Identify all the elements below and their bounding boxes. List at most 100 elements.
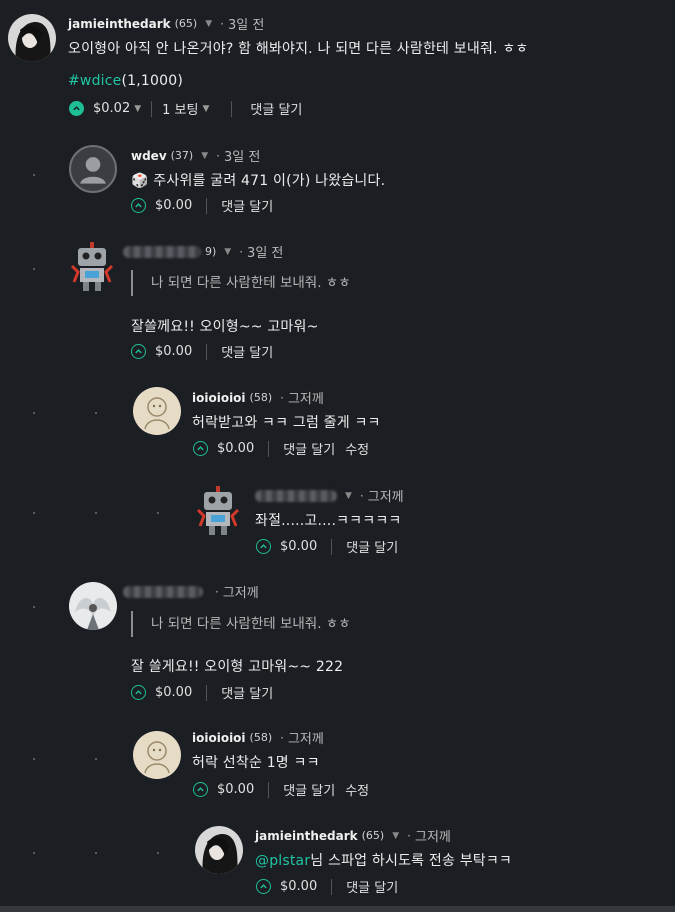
timestamp[interactable]: 그저께 bbox=[288, 388, 324, 407]
payout-value[interactable]: $0.00 bbox=[217, 441, 254, 456]
author-name[interactable]: jamieinthedark bbox=[255, 829, 358, 843]
reply-button[interactable]: 댓글 달기 bbox=[346, 877, 398, 896]
comment-actions: $0.00 댓글 달기 수정 bbox=[193, 439, 369, 458]
payout-value[interactable]: $0.00 bbox=[155, 198, 192, 213]
comment-actions: $0.00 댓글 달기 bbox=[256, 877, 398, 896]
vote-count[interactable]: 1 보팅 bbox=[162, 99, 198, 118]
payout-value[interactable]: $0.00 bbox=[155, 344, 192, 359]
reply-button[interactable]: 댓글 달기 bbox=[283, 439, 335, 458]
edit-button[interactable]: 수정 bbox=[345, 439, 369, 458]
reply-button[interactable]: 댓글 달기 bbox=[250, 99, 302, 118]
avatar[interactable] bbox=[69, 145, 117, 193]
thread-marker bbox=[95, 852, 97, 854]
robot-avatar-icon[interactable] bbox=[70, 242, 114, 292]
reply-button[interactable]: 댓글 달기 bbox=[221, 683, 273, 702]
thread-marker bbox=[95, 412, 97, 414]
upvote-chevron-icon[interactable] bbox=[193, 441, 208, 456]
caret-down-icon[interactable]: ▼ bbox=[202, 104, 209, 114]
horizontal-scrollbar[interactable] bbox=[0, 906, 675, 912]
comment-body: 허락 선착순 1명 ㅋㅋ bbox=[192, 755, 320, 771]
comment-body-line: @plstar님 스파업 하시도록 전송 부탁ㅋㅋ bbox=[255, 850, 512, 870]
payout-value[interactable]: $0.00 bbox=[217, 782, 254, 797]
payout-value[interactable]: $0.02 bbox=[93, 101, 130, 116]
reply-button[interactable]: 댓글 달기 bbox=[283, 780, 335, 799]
upvote-chevron-icon[interactable] bbox=[193, 782, 208, 797]
comment-body: 잘 쓸게요!! 오이형 고마워~~ 222 bbox=[131, 659, 344, 675]
separator-dot: · bbox=[220, 16, 224, 31]
upvote-chevron-icon[interactable] bbox=[131, 344, 146, 359]
payout-value[interactable]: $0.00 bbox=[155, 685, 192, 700]
thread-marker bbox=[33, 512, 35, 514]
thread-marker bbox=[95, 758, 97, 760]
separator-dot: · bbox=[215, 584, 219, 599]
separator-dot: · bbox=[359, 488, 364, 503]
blurred-author-name[interactable] bbox=[255, 489, 337, 502]
timestamp[interactable]: 3일 전 bbox=[247, 242, 283, 261]
reply-button[interactable]: 댓글 달기 bbox=[346, 537, 398, 556]
avatar[interactable] bbox=[133, 387, 181, 435]
quoted-text: 나 되면 다른 사람한테 보내줘. ㅎㅎ bbox=[131, 611, 351, 637]
comment-actions: $0.00 댓글 달기 bbox=[131, 196, 273, 215]
avatar[interactable] bbox=[195, 826, 243, 874]
timestamp[interactable]: 그저께 bbox=[368, 486, 404, 505]
comment-body: 허락받고와 ㅋㅋ 그럼 줄게 ㅋㅋ bbox=[192, 415, 381, 431]
divider bbox=[206, 684, 208, 701]
robot-avatar-icon[interactable] bbox=[196, 486, 240, 536]
author-name[interactable]: wdev bbox=[131, 149, 167, 163]
divider bbox=[268, 440, 270, 457]
comment-body: 🎲 주사위를 굴려 471 이(가) 나왔습니다. bbox=[131, 173, 386, 189]
reply-button[interactable]: 댓글 달기 bbox=[221, 196, 273, 215]
divider bbox=[331, 878, 333, 895]
timestamp[interactable]: 그저께 bbox=[415, 826, 451, 845]
separator-dot: · bbox=[280, 390, 284, 405]
comment-actions: $0.02 ▼ 1 보팅 ▼ 댓글 달기 bbox=[69, 99, 302, 118]
upvote-chevron-icon[interactable] bbox=[131, 198, 146, 213]
caret-down-icon[interactable]: ▼ bbox=[224, 247, 231, 257]
thread-marker bbox=[95, 512, 97, 514]
thread-marker bbox=[33, 412, 35, 414]
tag-args: (1,1000) bbox=[121, 73, 183, 89]
divider bbox=[206, 197, 208, 214]
timestamp[interactable]: 그저께 bbox=[288, 728, 324, 747]
thread-marker bbox=[33, 174, 35, 176]
separator-dot: · bbox=[216, 148, 220, 163]
comment-actions: $0.00 댓글 달기 수정 bbox=[193, 780, 369, 799]
timestamp[interactable]: 그저께 bbox=[223, 582, 259, 601]
thread-marker bbox=[33, 606, 35, 608]
avatar[interactable] bbox=[8, 14, 56, 62]
avatar[interactable] bbox=[69, 582, 117, 630]
caret-down-icon[interactable]: ▼ bbox=[134, 104, 141, 114]
payout-value[interactable]: $0.00 bbox=[280, 879, 317, 894]
caret-down-icon[interactable]: ▼ bbox=[345, 491, 352, 501]
blurred-author-name[interactable] bbox=[123, 585, 203, 598]
blurred-author-name[interactable] bbox=[123, 245, 201, 258]
tag-link[interactable]: #wdice bbox=[68, 73, 121, 89]
comment-tag-line: #wdice(1,1000) bbox=[68, 73, 183, 89]
reply-button[interactable]: 댓글 달기 bbox=[221, 342, 273, 361]
author-name[interactable]: jamieinthedark bbox=[68, 17, 171, 31]
divider bbox=[231, 100, 233, 117]
caret-down-icon[interactable]: ▼ bbox=[205, 19, 212, 29]
upvote-chevron-icon[interactable] bbox=[69, 101, 84, 116]
comment-actions: $0.00 댓글 달기 bbox=[131, 683, 273, 702]
comment-body: 좌절.....고....ㅋㅋㅋㅋㅋ bbox=[255, 513, 402, 529]
upvote-chevron-icon[interactable] bbox=[131, 685, 146, 700]
comment-body: 잘쓸께요!! 오이형~~ 고마워~ bbox=[131, 319, 319, 335]
timestamp[interactable]: 3일 전 bbox=[228, 14, 264, 33]
caret-down-icon[interactable]: ▼ bbox=[201, 151, 208, 161]
separator-dot: · bbox=[239, 244, 244, 259]
comment-body: 오이형아 아직 안 나온거야? 함 해봐야지. 나 되면 다른 사람한테 보내줘… bbox=[68, 41, 529, 57]
thread-marker bbox=[33, 852, 35, 854]
mention-link[interactable]: @plstar bbox=[255, 853, 310, 869]
author-name[interactable]: ioioioioi bbox=[192, 731, 246, 745]
payout-value[interactable]: $0.00 bbox=[280, 539, 317, 554]
avatar[interactable] bbox=[133, 731, 181, 779]
timestamp[interactable]: 3일 전 bbox=[224, 146, 260, 165]
separator-dot: · bbox=[280, 730, 284, 745]
author-name[interactable]: ioioioioi bbox=[192, 391, 246, 405]
upvote-chevron-icon[interactable] bbox=[256, 539, 271, 554]
edit-button[interactable]: 수정 bbox=[345, 780, 369, 799]
thread-marker bbox=[157, 512, 159, 514]
upvote-chevron-icon[interactable] bbox=[256, 879, 271, 894]
caret-down-icon[interactable]: ▼ bbox=[392, 831, 399, 841]
